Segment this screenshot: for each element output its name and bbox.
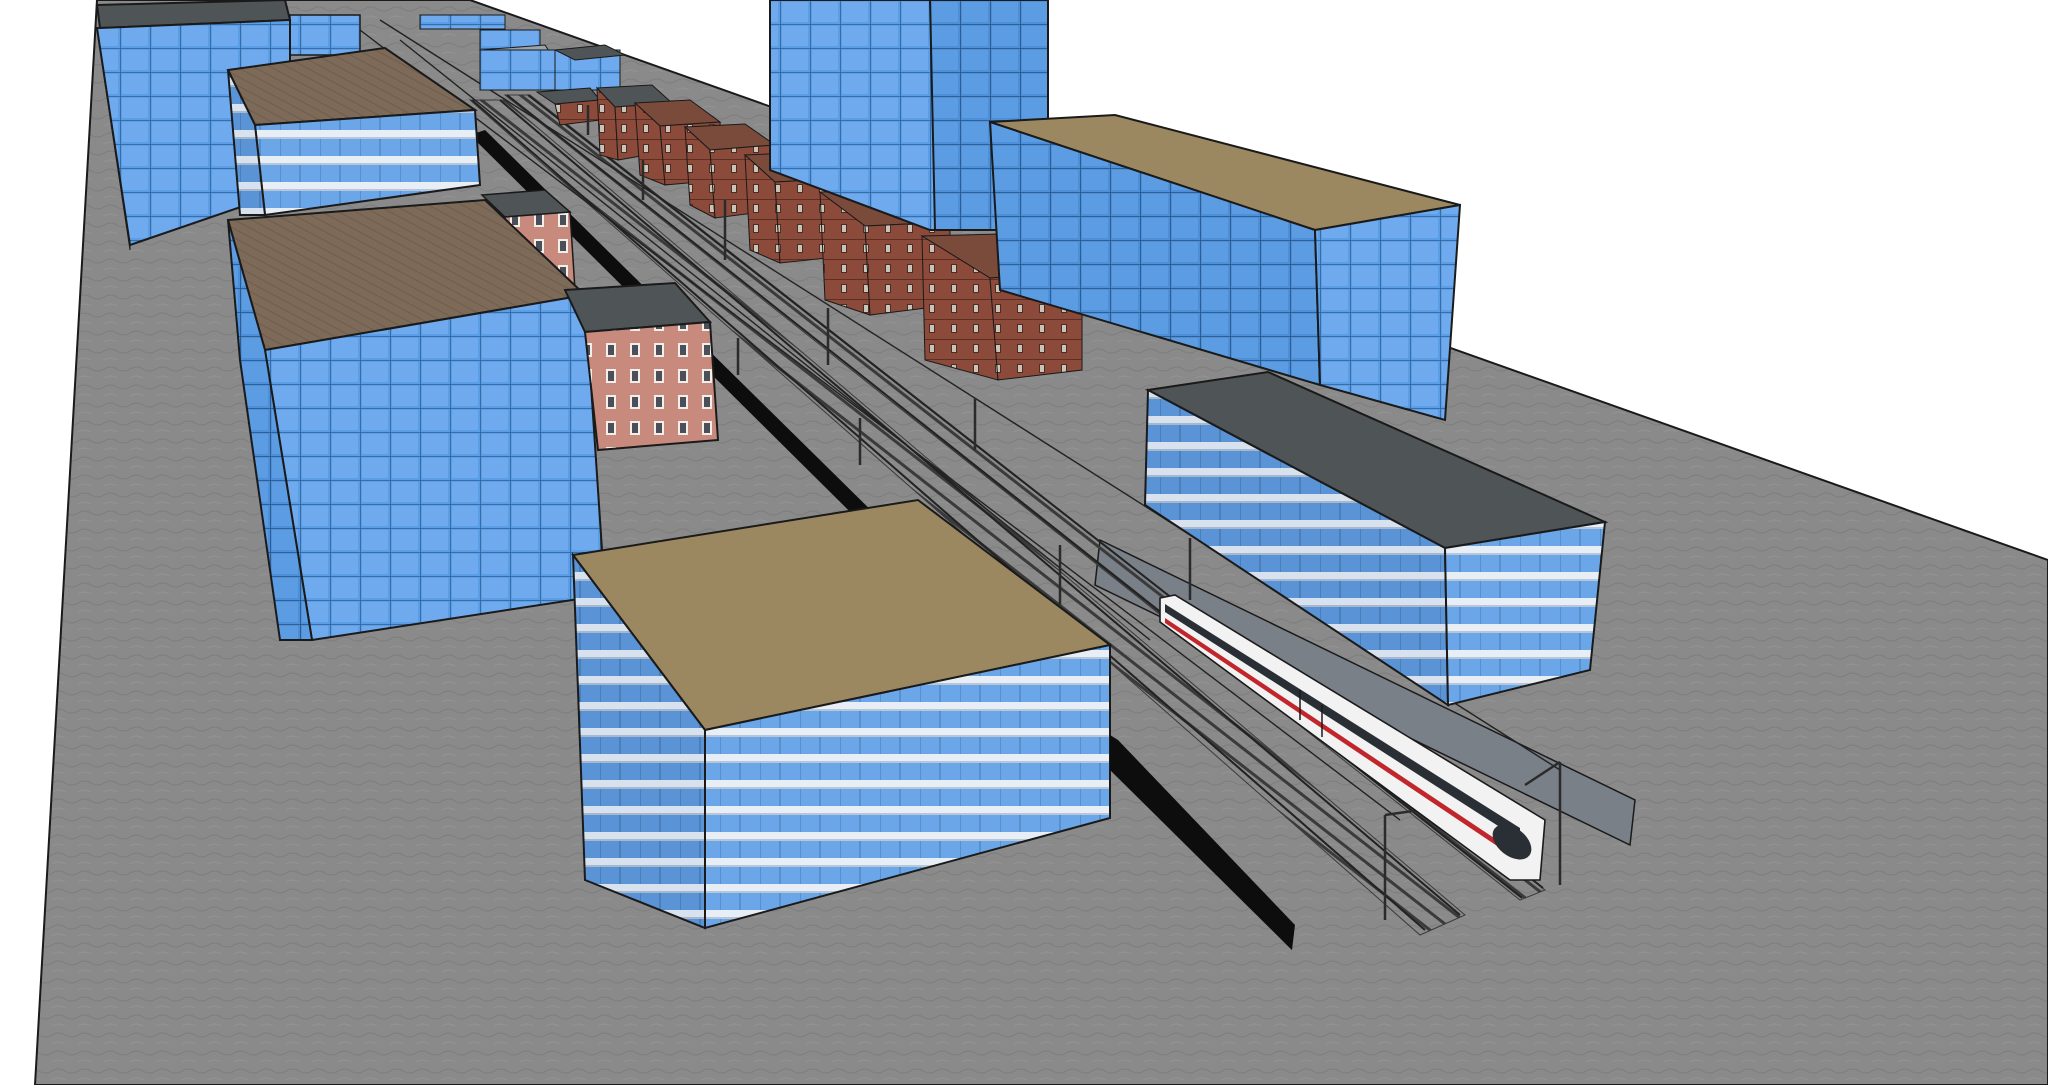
block-glass-left-large <box>226 198 607 642</box>
city-rail-scene <box>0 0 2048 1085</box>
3d-modeling-viewport[interactable] <box>0 0 2048 1085</box>
